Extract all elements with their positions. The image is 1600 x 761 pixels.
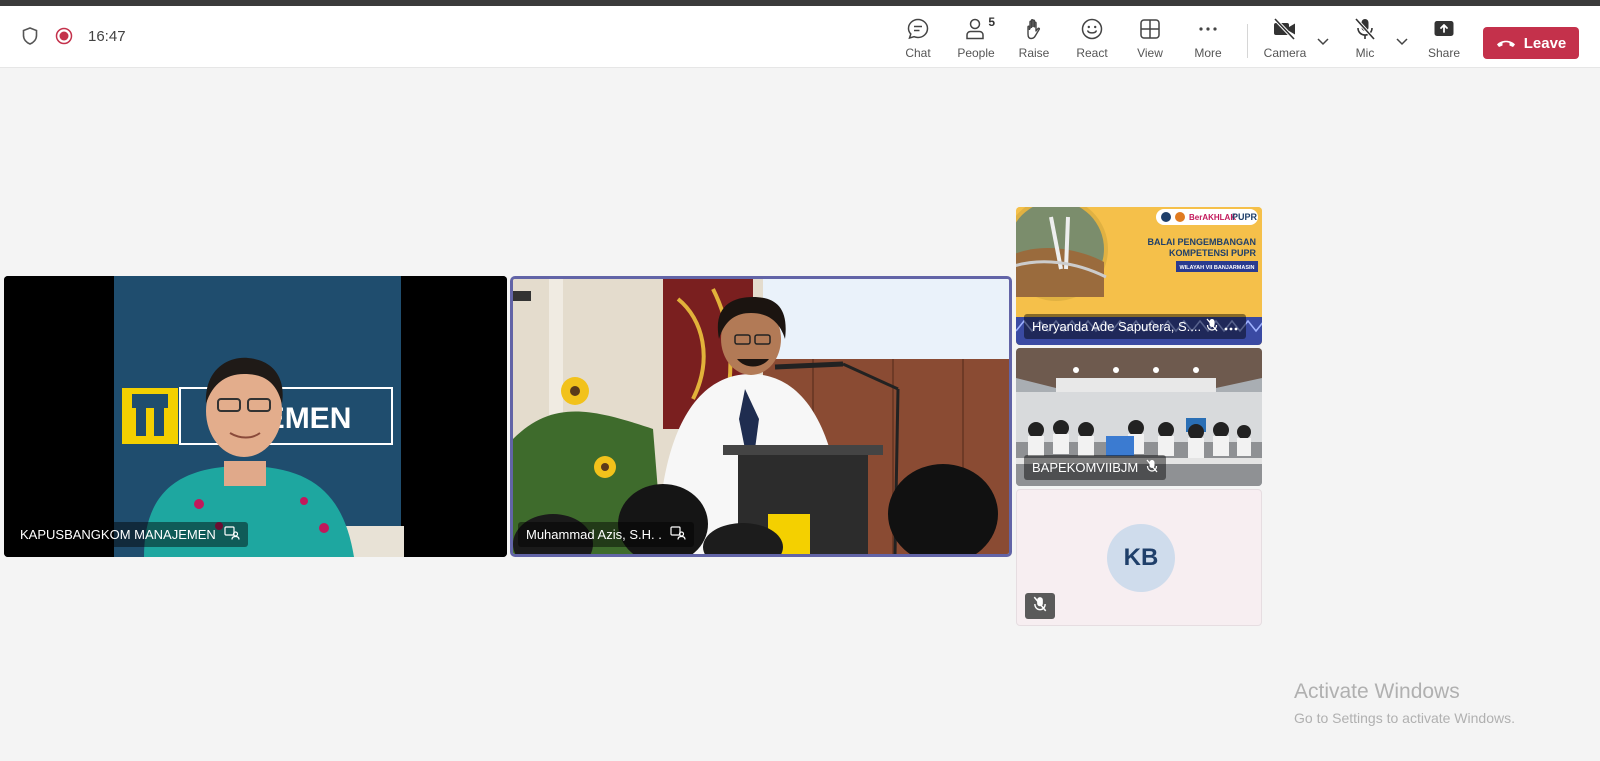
video-tile-muhammad-azis[interactable]: Muhammad Azis, S.H. . (510, 276, 1012, 557)
participant-name-chip: Heryanda Ade Saputera, S.... (1024, 314, 1246, 339)
meeting-info: 16:47 (20, 26, 126, 46)
muted-indicator (1025, 593, 1055, 619)
participant-name-chip: Muhammad Azis, S.H. . (518, 522, 694, 547)
watermark-title: Activate Windows (1294, 680, 1460, 703)
react-icon (1079, 16, 1105, 42)
view-icon (1137, 16, 1163, 42)
chat-icon (905, 16, 931, 42)
avatar: KB (1107, 524, 1175, 592)
meeting-toolbar: 16:47 Chat 5 People Raise React View Mor… (0, 6, 1600, 68)
mic-off-icon (1146, 459, 1158, 476)
camera-options-chevron[interactable] (1315, 34, 1331, 50)
screen-share-icon (224, 526, 240, 543)
tile-more-icon[interactable] (1224, 319, 1238, 334)
share-button[interactable]: Share (1416, 16, 1472, 64)
recording-icon[interactable] (54, 26, 74, 46)
participant-name: BAPEKOMVIIBJM (1032, 460, 1139, 475)
participant-name-chip: KAPUSBANGKOM MANAJEMEN (12, 522, 248, 547)
more-label: More (1194, 46, 1222, 60)
participant-name: Muhammad Azis, S.H. . (526, 527, 662, 542)
banner-line2: KOMPETENSI PUPR (1169, 248, 1257, 258)
leave-label: Leave (1523, 34, 1567, 52)
raise-hand-button[interactable]: Raise (1006, 16, 1062, 64)
chat-label: Chat (905, 46, 931, 60)
people-label: People (957, 46, 995, 60)
phone-icon (1496, 35, 1516, 52)
participant-name-chip: BAPEKOMVIIBJM (1024, 455, 1167, 480)
participant-name: KAPUSBANGKOM MANAJEMEN (20, 527, 216, 542)
view-label: View (1137, 46, 1163, 60)
video-tile-bapekomviibjm[interactable]: BAPEKOMVIIBJM (1016, 348, 1262, 486)
mic-off-icon (1206, 318, 1218, 335)
video-tile-kapusbangkom[interactable]: JEMEN KAPUSBANGKOM MANAJEMEN (4, 276, 507, 557)
pupr-logo: PUPR (1232, 212, 1258, 222)
banner-line1: BALAI PENGEMBANGAN (1147, 237, 1256, 247)
berakhlak-logo: BerAKHLAK (1189, 213, 1236, 222)
more-button[interactable]: More (1180, 16, 1236, 64)
react-label: React (1076, 46, 1108, 60)
mic-off-icon (1033, 596, 1047, 617)
mic-label: Mic (1355, 46, 1375, 60)
video-tile-kb[interactable]: KB (1016, 489, 1262, 626)
participant-name: Heryanda Ade Saputera, S.... (1032, 319, 1200, 334)
activate-windows-watermark: Activate Windows Go to Settings to activ… (1294, 680, 1515, 726)
raise-hand-icon (1021, 16, 1047, 42)
camera-button[interactable]: Camera (1257, 16, 1313, 64)
share-label: Share (1427, 46, 1461, 60)
video-tile-heryanda[interactable]: BerAKHLAK PUPR BALAI PENGEMBANGAN KOMPET… (1016, 207, 1262, 345)
view-button[interactable]: View (1122, 16, 1178, 64)
more-icon (1195, 16, 1221, 42)
watermark-subtitle: Go to Settings to activate Windows. (1294, 710, 1515, 726)
react-button[interactable]: React (1064, 16, 1120, 64)
toolbar-divider (1247, 24, 1248, 58)
shield-icon[interactable] (20, 26, 40, 46)
chat-button[interactable]: Chat (890, 16, 946, 64)
banner-line3: WILAYAH VII BANJARMASIN (1179, 265, 1254, 271)
people-button[interactable]: 5 People (948, 15, 1004, 64)
mic-options-chevron[interactable] (1394, 34, 1410, 50)
camera-off-icon (1272, 16, 1298, 42)
video-feed: JEMEN (4, 276, 507, 557)
mic-off-icon (1352, 16, 1378, 42)
raise-label: Raise (1018, 46, 1050, 60)
meeting-time: 16:47 (88, 27, 126, 45)
share-icon (1431, 16, 1457, 42)
leave-button[interactable]: Leave (1483, 27, 1579, 59)
people-count-badge: 5 (988, 15, 995, 29)
camera-label: Camera (1263, 46, 1307, 60)
video-feed (513, 279, 1009, 554)
screen-share-icon (670, 526, 686, 543)
people-icon: 5 (963, 15, 995, 42)
mic-button[interactable]: Mic (1337, 16, 1393, 64)
